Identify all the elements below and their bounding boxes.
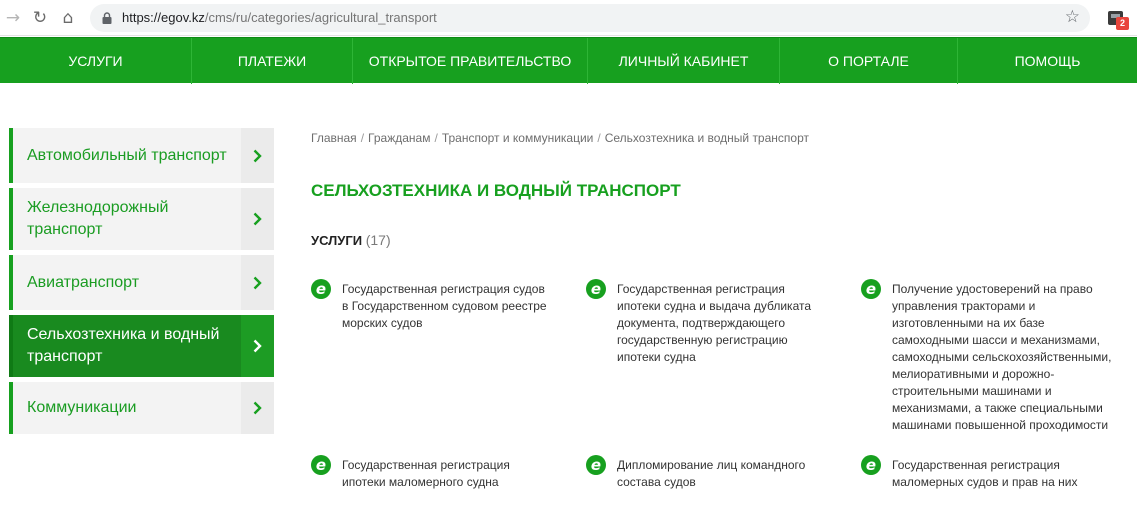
lock-icon — [102, 12, 112, 24]
chevron-right-icon — [241, 315, 274, 377]
url-host: https://egov.kz — [122, 10, 205, 25]
url-text[interactable]: https://egov.kz/cms/ru/categories/agricu… — [122, 10, 437, 25]
egov-e-icon: e — [586, 279, 606, 299]
services-label: УСЛУГИ — [311, 233, 363, 248]
chevron-right-icon — [241, 128, 274, 183]
menu-item-about-portal[interactable]: О ПОРТАЛЕ — [780, 38, 958, 84]
sidebar-item-automobile-transport[interactable]: Автомобильный транспорт — [9, 128, 274, 183]
breadcrumb: Главная / Гражданам / Транспорт и коммуникац… — [311, 131, 809, 145]
menu-item-payments[interactable]: ПЛАТЕЖИ — [192, 38, 353, 84]
service-item[interactable]: e Государственная регистрация ипотеки ма… — [311, 455, 551, 491]
breadcrumb-item-current: Сельхозтехника и водный транспорт — [604, 131, 809, 145]
breadcrumb-separator: / — [597, 131, 601, 145]
egov-e-icon: e — [311, 455, 331, 475]
page-title: СЕЛЬХОЗТЕХНИКА И ВОДНЫЙ ТРАНСПОРТ — [311, 181, 681, 200]
services-count: (17) — [365, 232, 391, 248]
service-item[interactable]: e Получение удостоверений на право управ… — [861, 279, 1123, 434]
sidebar-item-air-transport[interactable]: Авиатранспорт — [9, 255, 274, 310]
breadcrumb-item-home[interactable]: Главная — [311, 131, 357, 145]
breadcrumb-separator: / — [360, 131, 365, 145]
breadcrumb-item-transport-communications[interactable]: Транспорт и коммуникации — [442, 131, 594, 145]
service-link[interactable]: Государственная регистрация ипотеки мало… — [342, 457, 551, 491]
service-item[interactable]: e Государственная регистрация ипотеки су… — [586, 279, 826, 366]
sidebar-item-label: Коммуникации — [27, 399, 137, 416]
back-icon[interactable]: → — [2, 7, 24, 29]
menu-item-services[interactable]: УСЛУГИ — [0, 38, 192, 84]
extension-badge: 2 — [1116, 17, 1129, 30]
menu-item-open-government[interactable]: ОТКРЫТОЕ ПРАВИТЕЛЬСТВО — [353, 38, 588, 84]
address-bar[interactable]: https://egov.kz/cms/ru/categories/agricu… — [90, 4, 1090, 32]
browser-toolbar: → ↻ ⌂ https://egov.kz/cms/ru/categories/… — [0, 0, 1137, 36]
service-link[interactable]: Государственная регистрация ипотеки судн… — [617, 281, 826, 366]
egov-e-icon: e — [861, 279, 881, 299]
service-item[interactable]: e Государственная регистрация судов в Го… — [311, 279, 551, 332]
sidebar-item-label: Железнодорожный транспорт — [27, 199, 169, 238]
breadcrumb-item-citizens[interactable]: Гражданам — [368, 131, 430, 145]
home-icon[interactable]: ⌂ — [57, 7, 79, 29]
reload-icon[interactable]: ↻ — [29, 7, 51, 29]
sidebar-item-label: Сельхозтехника и водный транспорт — [27, 326, 220, 365]
main-menu: УСЛУГИ ПЛАТЕЖИ ОТКРЫТОЕ ПРАВИТЕЛЬСТВО ЛИ… — [0, 37, 1137, 84]
sidebar-item-railway-transport[interactable]: Железнодорожный транспорт — [9, 188, 274, 250]
services-header: УСЛУГИ (17) — [311, 232, 391, 248]
category-sidebar: Автомобильный транспорт Железнодорожный … — [9, 128, 274, 439]
sidebar-item-label: Авиатранспорт — [27, 273, 140, 291]
url-path: /cms/ru/categories/agricultural_transpor… — [204, 10, 437, 25]
egov-e-icon: e — [586, 455, 606, 475]
breadcrumb-separator: / — [434, 131, 438, 145]
sidebar-item-label: Автомобильный транспорт — [27, 146, 227, 164]
menu-item-help[interactable]: ПОМОЩЬ — [958, 38, 1137, 84]
service-item[interactable]: e Государственная регистрация маломерных… — [861, 455, 1123, 491]
service-link[interactable]: Получение удостоверений на право управле… — [892, 281, 1123, 434]
sidebar-item-agricultural-water-transport[interactable]: Сельхозтехника и водный транспорт — [9, 315, 274, 377]
service-link[interactable]: Государственная регистрация судов в Госу… — [342, 281, 551, 332]
menu-item-personal-account[interactable]: ЛИЧНЫЙ КАБИНЕТ — [588, 38, 780, 84]
chevron-right-icon — [241, 188, 274, 250]
egov-e-icon: e — [861, 455, 881, 475]
egov-e-icon: e — [311, 279, 331, 299]
chevron-right-icon — [241, 255, 274, 310]
service-item[interactable]: e Дипломирование лиц командного состава … — [586, 455, 826, 491]
chevron-right-icon — [241, 382, 274, 434]
star-icon[interactable]: ☆ — [1065, 7, 1080, 27]
service-link[interactable]: Государственная регистрация маломерных с… — [892, 457, 1123, 491]
service-link[interactable]: Дипломирование лиц командного состава су… — [617, 457, 826, 491]
sidebar-item-communications[interactable]: Коммуникации — [9, 382, 274, 434]
